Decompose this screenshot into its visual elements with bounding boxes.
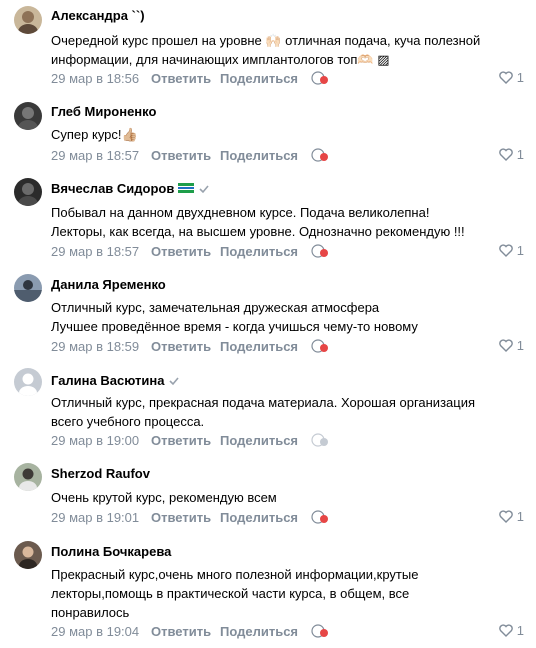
comment-meta: 29 мар в 18:57 Ответить Поделиться 1 bbox=[51, 243, 524, 259]
like-count: 1 bbox=[516, 338, 524, 353]
comment-text-line: понравилось bbox=[51, 605, 130, 620]
reaction-icon[interactable] bbox=[310, 432, 330, 448]
heart-icon bbox=[498, 148, 513, 161]
like-button[interactable]: 1 bbox=[498, 243, 524, 258]
share-button[interactable]: Поделиться bbox=[220, 148, 298, 163]
avatar[interactable] bbox=[14, 368, 42, 396]
like-button[interactable]: 1 bbox=[498, 70, 524, 85]
comment-meta: 29 мар в 19:01 Ответить Поделиться 1 bbox=[51, 509, 524, 525]
comment-meta: 29 мар в 18:59 Ответить Поделиться 1 bbox=[51, 338, 524, 354]
comment-date[interactable]: 29 мар в 19:01 bbox=[51, 510, 151, 525]
comment-author[interactable]: Данила Яременко bbox=[51, 277, 166, 292]
reply-button[interactable]: Ответить bbox=[151, 510, 211, 525]
comment-author[interactable]: Sherzod Raufov bbox=[51, 466, 150, 481]
comment-text-line: всего учебного процесса. bbox=[51, 414, 205, 429]
reply-button[interactable]: Ответить bbox=[151, 244, 211, 259]
like-button[interactable]: 1 bbox=[498, 338, 524, 353]
reaction-icon[interactable] bbox=[310, 623, 330, 639]
comment-date[interactable]: 29 мар в 19:00 bbox=[51, 433, 151, 448]
reaction-icon[interactable] bbox=[310, 509, 330, 525]
comment-text: Очень крутой курс, рекомендую всем bbox=[51, 488, 523, 507]
comment-date[interactable]: 29 мар в 18:57 bbox=[51, 148, 151, 163]
avatar[interactable] bbox=[14, 541, 42, 569]
reply-button[interactable]: Ответить bbox=[151, 148, 211, 163]
avatar[interactable] bbox=[14, 178, 42, 206]
comment-text-line: Отличный курс, прекрасная подача материа… bbox=[51, 395, 476, 410]
heart-icon bbox=[498, 71, 513, 84]
comment-date[interactable]: 29 мар в 18:57 bbox=[51, 244, 151, 259]
comment-meta: 29 мар в 18:56 Ответить Поделиться 1 bbox=[51, 70, 524, 86]
comment-meta: 29 мар в 19:00 Ответить Поделиться bbox=[51, 432, 524, 448]
reaction-icon[interactable] bbox=[310, 147, 330, 163]
reaction-icon[interactable] bbox=[310, 243, 330, 259]
like-count: 1 bbox=[516, 70, 524, 85]
comment-text-line: лекторы,помощь в практической части курс… bbox=[51, 586, 410, 601]
share-button[interactable]: Поделиться bbox=[220, 624, 298, 639]
comment-author[interactable]: Галина Васютина bbox=[51, 373, 180, 388]
heart-icon bbox=[498, 510, 513, 523]
comment-text: Отличный курс, прекрасная подача материа… bbox=[51, 393, 523, 431]
avatar[interactable] bbox=[14, 463, 42, 491]
avatar[interactable] bbox=[14, 6, 42, 34]
like-button[interactable]: 1 bbox=[498, 147, 524, 162]
comment-text-line: Супер курс!👍🏼 bbox=[51, 127, 138, 142]
like-button[interactable]: 1 bbox=[498, 509, 524, 524]
comment-meta: 29 мар в 19:04 Ответить Поделиться 1 bbox=[51, 623, 524, 639]
share-button[interactable]: Поделиться bbox=[220, 433, 298, 448]
share-button[interactable]: Поделиться bbox=[220, 510, 298, 525]
comment-author[interactable]: Глеб Мироненко bbox=[51, 104, 156, 119]
reaction-icon[interactable] bbox=[310, 70, 330, 86]
comment-text-line: Отличный курс, замечательная дружеская а… bbox=[51, 300, 380, 315]
comment-text: Очередной курс прошел на уровне 🙌🏻 отлич… bbox=[51, 31, 523, 69]
comment-text: Отличный курс, замечательная дружеская а… bbox=[51, 298, 523, 336]
like-count: 1 bbox=[516, 243, 524, 258]
comment-text-line: Очень крутой курс, рекомендую всем bbox=[51, 490, 277, 505]
comment-text: Супер курс!👍🏼 bbox=[51, 125, 523, 144]
reply-button[interactable]: Ответить bbox=[151, 433, 211, 448]
reaction-icon[interactable] bbox=[310, 338, 330, 354]
verified-icon bbox=[168, 375, 180, 387]
reply-button[interactable]: Ответить bbox=[151, 339, 211, 354]
heart-icon bbox=[498, 339, 513, 352]
comment-date[interactable]: 29 мар в 18:59 bbox=[51, 339, 151, 354]
verified-icon bbox=[198, 183, 210, 195]
comment-text: Прекрасный курс,очень много полезной инф… bbox=[51, 565, 523, 622]
comment-text-line: Лучшее проведённое время - когда учишься… bbox=[51, 319, 418, 334]
heart-icon bbox=[498, 244, 513, 257]
comment-text: Побывал на данном двухдневном курсе. Под… bbox=[51, 203, 523, 241]
like-count: 1 bbox=[516, 509, 524, 524]
comment-date[interactable]: 29 мар в 18:56 bbox=[51, 71, 151, 86]
comment-text-line: Очередной курс прошел на уровне 🙌🏻 отлич… bbox=[51, 33, 481, 48]
comment-meta: 29 мар в 18:57 Ответить Поделиться 1 bbox=[51, 147, 524, 163]
like-button[interactable]: 1 bbox=[498, 623, 524, 638]
comment-text-line: информации, для начинающих имплантологов… bbox=[51, 52, 390, 67]
share-button[interactable]: Поделиться bbox=[220, 339, 298, 354]
comment-author[interactable]: Александра ``) bbox=[51, 8, 145, 23]
comment-text-line: Побывал на данном двухдневном курсе. Под… bbox=[51, 205, 430, 220]
comment-author[interactable]: Полина Бочкарева bbox=[51, 544, 171, 559]
comment-text-line: Лекторы, как всегда, на высшем уровне. О… bbox=[51, 224, 465, 239]
share-button[interactable]: Поделиться bbox=[220, 71, 298, 86]
comment-author[interactable]: Вячеслав Сидоров bbox=[51, 181, 210, 196]
like-count: 1 bbox=[516, 623, 524, 638]
share-button[interactable]: Поделиться bbox=[220, 244, 298, 259]
like-count: 1 bbox=[516, 147, 524, 162]
avatar[interactable] bbox=[14, 102, 42, 130]
reply-button[interactable]: Ответить bbox=[151, 624, 211, 639]
reply-button[interactable]: Ответить bbox=[151, 71, 211, 86]
avatar[interactable] bbox=[14, 274, 42, 302]
flag-icon bbox=[178, 181, 195, 196]
comment-date[interactable]: 29 мар в 19:04 bbox=[51, 624, 151, 639]
comment-text-line: Прекрасный курс,очень много полезной инф… bbox=[51, 567, 419, 582]
heart-icon bbox=[498, 624, 513, 637]
